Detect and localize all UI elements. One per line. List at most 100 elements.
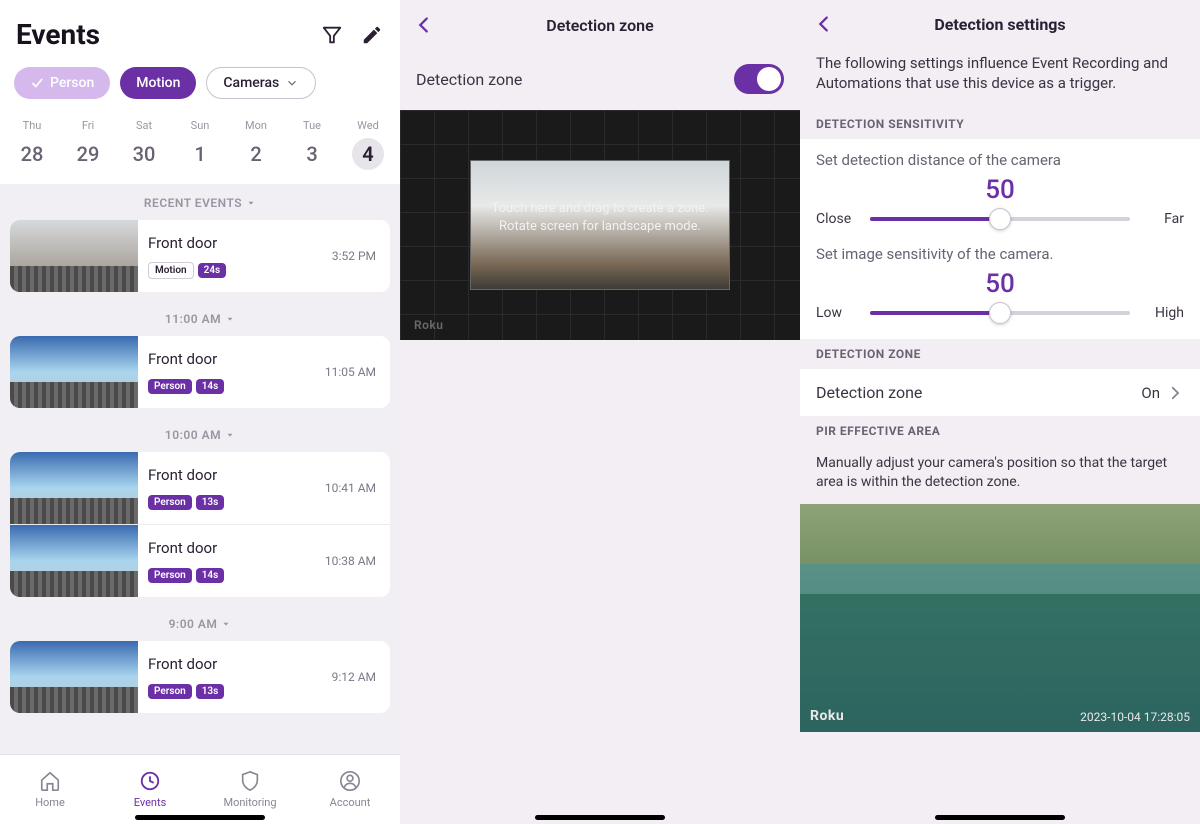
day-picker: Thu28Fri 29 Sat30Sun1Mon 2 Tue3Wed 4 xyxy=(0,111,400,184)
section-pir-head: PIR EFFECTIVE AREA xyxy=(800,416,1200,446)
back-button[interactable] xyxy=(404,5,444,45)
day-of-week: Sat xyxy=(117,119,172,132)
event-card[interactable]: Front door Person14s 11:05 AM xyxy=(10,336,390,408)
day-cell[interactable]: Wed 4 xyxy=(341,119,396,170)
event-card[interactable]: Front door Person 13s 10:41 AM xyxy=(10,452,390,524)
recent-events-header: RECENT EVENTS xyxy=(0,184,400,220)
event-time: 10:38 AM xyxy=(325,554,390,568)
time-section-header: 11:00 AM xyxy=(0,300,400,336)
tab-monitoring[interactable]: Monitoring xyxy=(200,755,300,824)
event-type-tag: Person xyxy=(148,684,192,699)
filter-pills: Person Motion Cameras xyxy=(0,59,400,111)
zone-hint: Touch here and drag to create a zone. Ro… xyxy=(400,200,800,236)
event-thumbnail xyxy=(10,452,138,524)
events-list[interactable]: RECENT EVENTS Front door Motion 24s 3:52 … xyxy=(0,184,400,754)
event-body: Front door Motion 24s xyxy=(138,226,332,287)
day-of-week: Mon xyxy=(229,119,284,132)
event-card[interactable]: Front door Person 14s 10:38 AM xyxy=(10,524,390,597)
day-of-week: Wed xyxy=(341,119,396,132)
image-sens-slider[interactable] xyxy=(870,311,1130,315)
zone-editor[interactable]: Touch here and drag to create a zone. Ro… xyxy=(400,110,800,340)
home-indicator xyxy=(935,815,1065,820)
row-value: On xyxy=(1141,384,1160,402)
bottom-tab-bar: Home Events Monitoring Account xyxy=(0,754,400,824)
tab-label: Monitoring xyxy=(223,796,276,809)
pill-label: Cameras xyxy=(223,75,279,91)
event-duration-tag: 24s xyxy=(198,263,227,278)
detection-zone-panel: Detection zone Detection zone Touch here… xyxy=(400,0,800,824)
pill-cameras[interactable]: Cameras xyxy=(206,67,316,99)
event-duration-tag: 14s xyxy=(196,568,225,583)
day-number: 29 xyxy=(72,138,104,170)
topbar: Detection settings xyxy=(800,0,1200,48)
event-thumbnail xyxy=(10,220,138,292)
event-title: Front door xyxy=(148,655,322,673)
event-type-tag: Person xyxy=(148,379,192,394)
event-type-tag: Motion xyxy=(148,262,194,279)
tab-account[interactable]: Account xyxy=(300,755,400,824)
event-duration-tag: 13s xyxy=(196,495,225,510)
day-cell[interactable]: Sun1 xyxy=(173,119,228,170)
watermark: Roku xyxy=(810,708,844,724)
section-sensitivity: DETECTION SENSITIVITY xyxy=(800,109,1200,139)
event-type-tag: Person xyxy=(148,568,192,583)
day-cell[interactable]: Tue3 xyxy=(285,119,340,170)
event-title: Front door xyxy=(148,466,315,484)
distance-slider[interactable] xyxy=(870,217,1130,221)
event-title: Front door xyxy=(148,234,322,252)
pill-person[interactable]: Person xyxy=(14,67,110,99)
pill-motion[interactable]: Motion xyxy=(120,67,196,99)
day-cell[interactable]: Fri 29 xyxy=(61,119,116,170)
distance-value: 50 xyxy=(816,175,1184,205)
day-number: 28 xyxy=(16,138,48,170)
event-body: Front door Person 14s xyxy=(138,531,325,591)
event-card[interactable]: Front door Motion 24s 3:52 PM xyxy=(10,220,390,292)
tab-events[interactable]: Events xyxy=(100,755,200,824)
slider-min-label: Close xyxy=(816,211,860,227)
day-cell[interactable]: Mon 2 xyxy=(229,119,284,170)
pir-description: Manually adjust your camera's position s… xyxy=(800,446,1200,504)
detection-zone-row[interactable]: Detection zone On xyxy=(800,369,1200,416)
filter-icon[interactable] xyxy=(320,23,344,47)
day-of-week: Tue xyxy=(285,119,340,132)
section-zone-head: DETECTION ZONE xyxy=(800,339,1200,369)
event-type-tag: Person xyxy=(148,495,192,510)
detection-zone-switch[interactable] xyxy=(734,64,784,94)
back-button[interactable] xyxy=(804,4,844,44)
day-cell[interactable]: Thu28 xyxy=(5,119,60,170)
event-time: 11:05 AM xyxy=(325,365,390,379)
event-title: Front door xyxy=(148,350,315,368)
timestamp: 2023-10-04 17:28:05 xyxy=(1080,710,1190,724)
day-number: 4 xyxy=(352,138,384,170)
page-title: Events xyxy=(16,18,304,51)
sensitivity-block: Set detection distance of the camera 50 … xyxy=(800,139,1200,339)
event-time: 10:41 AM xyxy=(325,481,390,495)
page-title: Detection settings xyxy=(844,15,1196,34)
event-card[interactable]: Front door Person13s 9:12 AM xyxy=(10,641,390,713)
account-icon xyxy=(339,770,361,792)
event-time: 3:52 PM xyxy=(332,249,390,263)
day-of-week: Fri xyxy=(61,119,116,132)
clock-icon xyxy=(139,770,161,792)
pir-preview: Roku 2023-10-04 17:28:05 xyxy=(800,504,1200,732)
slider-min-label: Low xyxy=(816,305,860,321)
tab-home[interactable]: Home xyxy=(0,755,100,824)
event-body: Front door Person13s xyxy=(138,647,332,707)
event-thumbnail xyxy=(10,641,138,713)
shield-icon xyxy=(239,770,261,792)
day-number: 2 xyxy=(240,138,272,170)
pill-label: Motion xyxy=(136,75,180,91)
day-cell[interactable]: Sat30 xyxy=(117,119,172,170)
pill-label: Person xyxy=(50,75,94,91)
image-sens-label: Set image sensitivity of the camera. xyxy=(816,245,1184,263)
home-indicator xyxy=(535,815,665,820)
tab-label: Events xyxy=(134,796,167,809)
event-title: Front door xyxy=(148,539,315,557)
slider-max-label: High xyxy=(1140,305,1184,321)
time-section-header: 10:00 AM xyxy=(0,416,400,452)
image-sens-value: 50 xyxy=(816,269,1184,299)
tab-label: Account xyxy=(330,796,371,809)
edit-icon[interactable] xyxy=(360,23,384,47)
home-indicator xyxy=(135,815,265,820)
watermark: Roku xyxy=(414,318,443,332)
